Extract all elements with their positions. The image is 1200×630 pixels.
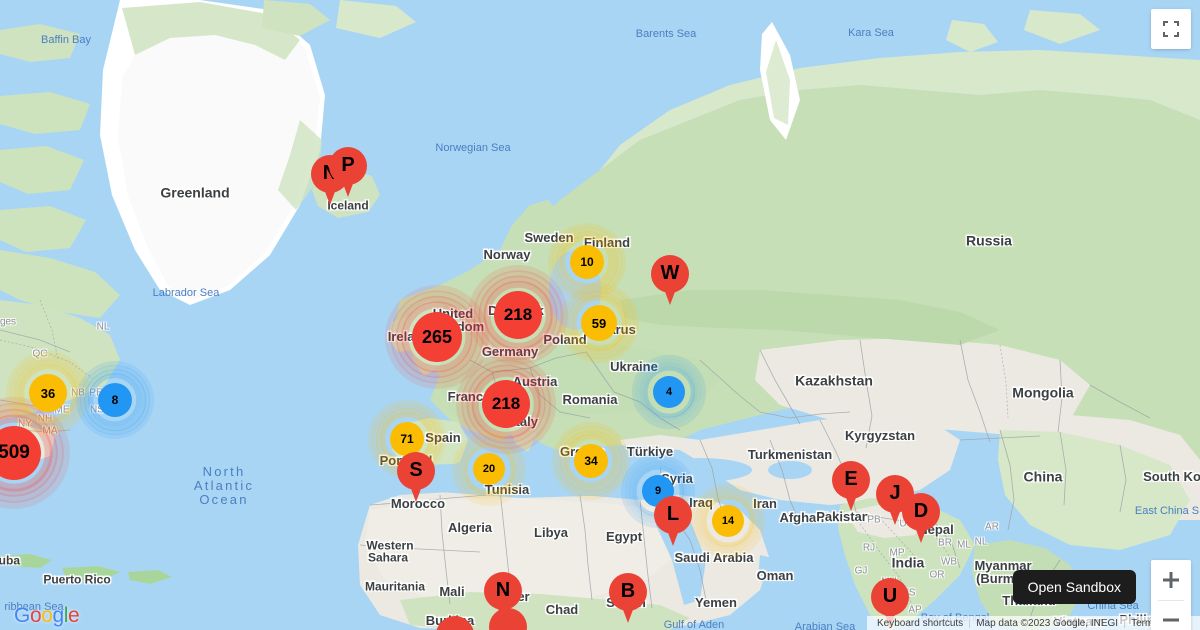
pin-label: S bbox=[409, 458, 423, 481]
pin-label: B bbox=[620, 579, 636, 602]
map-cluster-marker[interactable]: 71 bbox=[390, 422, 424, 456]
map-cluster-marker[interactable]: 36 bbox=[29, 374, 67, 412]
pin-label: L bbox=[666, 502, 680, 525]
map-data-credit: Map data ©2023 Google, INEGI bbox=[976, 617, 1119, 629]
pin-label bbox=[489, 608, 527, 630]
zoom-in-button[interactable] bbox=[1151, 560, 1191, 600]
map-cluster-marker[interactable]: 265 bbox=[412, 312, 462, 362]
map-cluster-marker[interactable]: 218 bbox=[494, 291, 542, 339]
map-pin-marker[interactable] bbox=[436, 616, 474, 630]
pin-label bbox=[436, 616, 474, 630]
open-sandbox-tooltip[interactable]: Open Sandbox bbox=[1012, 570, 1136, 604]
plus-icon bbox=[1163, 572, 1179, 588]
pin-label: D bbox=[913, 499, 929, 522]
map-pin-marker[interactable]: W bbox=[651, 255, 689, 307]
map-pin-marker[interactable]: L bbox=[654, 496, 692, 548]
map-cluster-marker[interactable]: 20 bbox=[473, 453, 505, 485]
map-pin-marker[interactable]: P bbox=[329, 147, 367, 199]
fullscreen-expand-icon bbox=[1163, 21, 1179, 37]
pin-label: N bbox=[495, 578, 511, 601]
pin-label: W bbox=[660, 261, 680, 284]
zoom-controls[interactable] bbox=[1151, 560, 1191, 630]
minus-icon bbox=[1163, 618, 1179, 622]
map-pin-marker[interactable]: D bbox=[902, 493, 940, 545]
pin-label: E bbox=[844, 467, 858, 490]
keyboard-shortcuts-link[interactable]: Keyboard shortcuts bbox=[871, 618, 969, 629]
map-cluster-marker[interactable]: 8 bbox=[98, 383, 132, 417]
map-pin-marker[interactable] bbox=[489, 608, 527, 630]
map-cluster-marker[interactable]: 218 bbox=[482, 380, 530, 428]
zoom-out-button[interactable] bbox=[1151, 600, 1191, 630]
map-cluster-marker[interactable]: 10 bbox=[570, 245, 604, 279]
map-cluster-marker[interactable]: 4 bbox=[653, 376, 685, 408]
pin-label: U bbox=[882, 584, 898, 607]
map-pin-marker[interactable]: E bbox=[832, 461, 870, 513]
pin-label: P bbox=[341, 153, 355, 176]
map-cluster-marker[interactable]: 14 bbox=[712, 505, 744, 537]
google-logo: Google bbox=[14, 604, 80, 627]
fullscreen-button[interactable] bbox=[1151, 9, 1191, 49]
map-pin-marker[interactable]: S bbox=[397, 452, 435, 504]
map-canvas[interactable]: GreenlandIcelandNorwaySwedenFinlandDenma… bbox=[0, 0, 1200, 630]
map-cluster-marker[interactable]: 34 bbox=[574, 444, 608, 478]
map-cluster-marker[interactable]: 59 bbox=[581, 305, 617, 341]
map-pin-marker[interactable]: B bbox=[609, 573, 647, 625]
